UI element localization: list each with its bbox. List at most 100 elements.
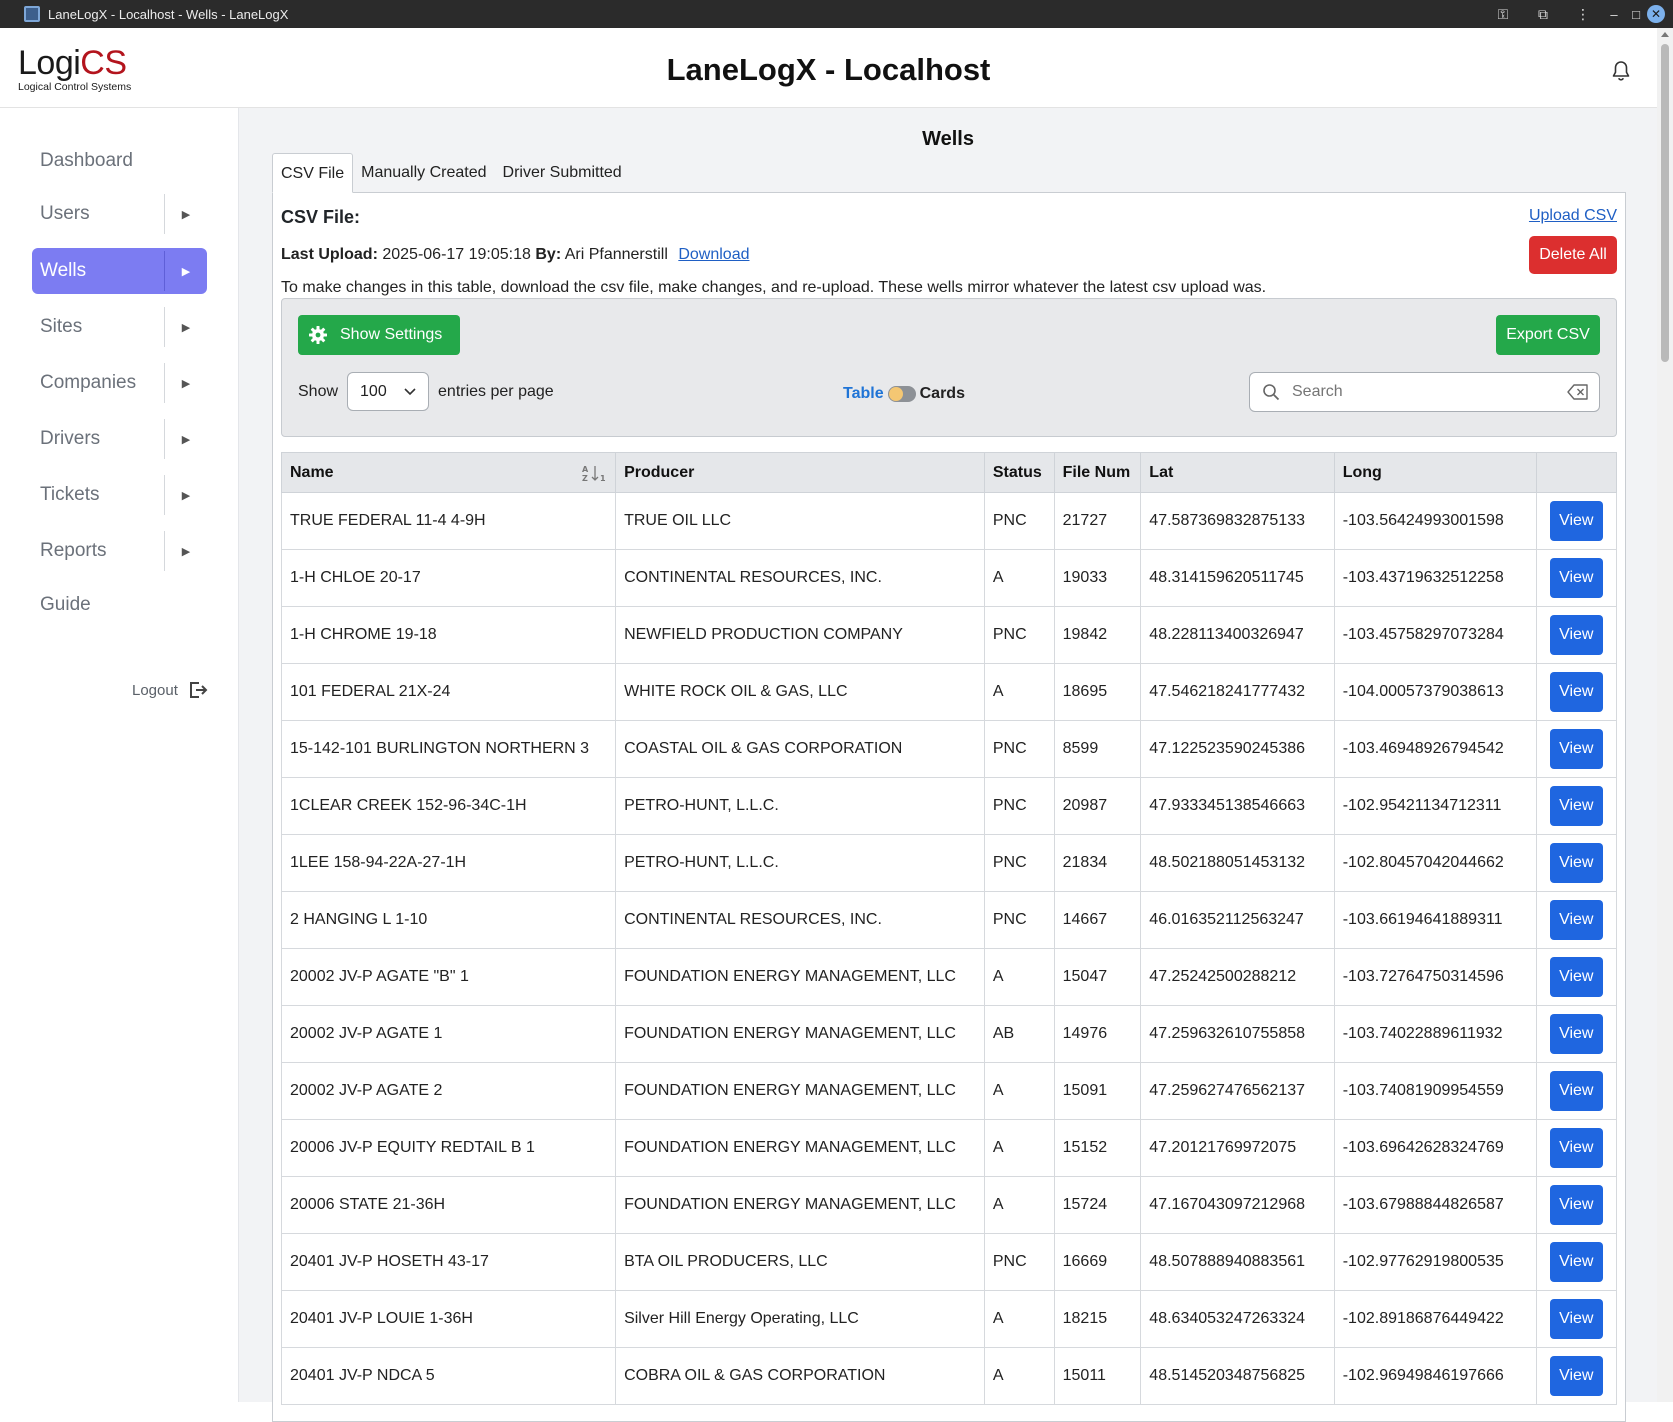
clear-search-icon[interactable] xyxy=(1567,384,1589,400)
view-button[interactable]: View xyxy=(1549,1071,1603,1111)
cell-actions: View xyxy=(1535,891,1618,949)
caret-right-icon[interactable]: ▶ xyxy=(165,265,207,278)
view-button[interactable]: View xyxy=(1549,1299,1603,1339)
column-header-status[interactable]: Status xyxy=(983,452,1055,493)
bell-icon[interactable] xyxy=(1609,59,1633,83)
table-row: TRUE FEDERAL 11-4 4-9H TRUE OIL LLC PNC 217… xyxy=(280,492,1618,550)
show-settings-button[interactable]: Show Settings xyxy=(298,315,460,355)
view-cards-label[interactable]: Cards xyxy=(920,385,965,403)
table-row: 20401 JV-P HOSETH 43-17 BTA OIL PRODUCERS… xyxy=(280,1233,1618,1291)
view-button[interactable]: View xyxy=(1549,900,1603,940)
download-link[interactable]: Download xyxy=(678,246,749,263)
cell-producer: CONTINENTAL RESOURCES, INC. xyxy=(615,549,985,607)
view-button[interactable]: View xyxy=(1549,1242,1603,1282)
cell-producer: WHITE ROCK OIL & GAS, LLC xyxy=(615,663,985,721)
sidebar-item-companies[interactable]: Companies ▶ xyxy=(32,360,207,406)
extension-icon[interactable]: ⧉ xyxy=(1523,0,1563,28)
cell-name: 1-H CHLOE 20-17 xyxy=(280,549,617,607)
tab-manually-created[interactable]: Manually Created xyxy=(353,153,494,193)
svg-text:1: 1 xyxy=(600,474,606,482)
close-icon[interactable]: ✕ xyxy=(1647,5,1665,23)
view-button[interactable]: View xyxy=(1549,501,1603,541)
sidebar-item-guide[interactable]: Guide xyxy=(32,582,207,628)
column-header-name[interactable]: Name A Z 1 xyxy=(280,452,617,493)
column-header-lat[interactable]: Lat xyxy=(1140,452,1335,493)
view-button[interactable]: View xyxy=(1549,843,1603,883)
sort-az-icon[interactable]: A Z 1 xyxy=(581,464,607,482)
upload-csv-link[interactable]: Upload CSV xyxy=(1529,207,1617,225)
cell-actions: View xyxy=(1535,549,1618,607)
page-scrollbar[interactable] xyxy=(1657,28,1673,1402)
cell-lat: 48.634053247263324 xyxy=(1140,1290,1335,1348)
caret-right-icon[interactable]: ▶ xyxy=(165,321,207,334)
cell-status: A xyxy=(983,1062,1055,1120)
view-button[interactable]: View xyxy=(1549,672,1603,712)
view-button[interactable]: View xyxy=(1549,786,1603,826)
cell-name: 20401 JV-P HOSETH 43-17 xyxy=(280,1233,617,1291)
minimize-icon[interactable]: – xyxy=(1603,0,1625,28)
more-menu-icon[interactable]: ⋮ xyxy=(1563,0,1603,28)
export-csv-button[interactable]: Export CSV xyxy=(1496,315,1600,355)
cell-name: 20006 STATE 21-36H xyxy=(280,1176,617,1234)
entries-control: Show 100 entries per page xyxy=(298,372,554,411)
sidebar-item-label: Drivers xyxy=(40,428,101,449)
cell-file-num: 15091 xyxy=(1053,1062,1142,1120)
logout-button[interactable]: Logout xyxy=(132,680,208,700)
cell-file-num: 18695 xyxy=(1053,663,1142,721)
scrollbar-thumb[interactable] xyxy=(1661,44,1669,362)
cell-lat: 47.259632610755858 xyxy=(1140,1005,1335,1063)
svg-text:A: A xyxy=(582,465,589,474)
column-header-producer[interactable]: Producer xyxy=(615,452,985,493)
view-button[interactable]: View xyxy=(1549,1014,1603,1054)
caret-right-icon[interactable]: ▶ xyxy=(165,489,207,502)
view-button[interactable]: View xyxy=(1549,1185,1603,1225)
cell-producer: FOUNDATION ENERGY MANAGEMENT, LLC xyxy=(615,1176,985,1234)
maximize-icon[interactable]: □ xyxy=(1625,0,1647,28)
cell-file-num: 15152 xyxy=(1053,1119,1142,1177)
key-icon[interactable]: ⚿ xyxy=(1483,0,1523,28)
cell-lat: 48.507888940883561 xyxy=(1140,1233,1335,1291)
sidebar-item-reports[interactable]: Reports ▶ xyxy=(32,528,207,574)
view-table-label[interactable]: Table xyxy=(843,385,884,403)
table-row: 2 HANGING L 1-10 CONTINENTAL RESOURCES, I… xyxy=(280,891,1618,949)
view-button[interactable]: View xyxy=(1549,1128,1603,1168)
table-row: 20401 JV-P NDCA 5 COBRA OIL & GAS CORPORA… xyxy=(280,1347,1618,1405)
tab-driver-submitted[interactable]: Driver Submitted xyxy=(495,153,630,193)
show-settings-label: Show Settings xyxy=(340,326,443,343)
view-button[interactable]: View xyxy=(1549,558,1603,598)
scroll-up-icon[interactable] xyxy=(1661,32,1669,37)
sidebar-item-tickets[interactable]: Tickets ▶ xyxy=(32,472,207,518)
tab-csv-file[interactable]: CSV File xyxy=(272,153,354,193)
chevron-down-icon xyxy=(404,387,416,395)
search-input[interactable] xyxy=(1290,382,1567,402)
sidebar-item-users[interactable]: Users ▶ xyxy=(32,191,207,237)
caret-right-icon[interactable]: ▶ xyxy=(165,433,207,446)
column-header-long[interactable]: Long xyxy=(1333,452,1537,493)
column-header-label: Name xyxy=(290,463,334,481)
delete-all-button[interactable]: Delete All xyxy=(1529,236,1617,274)
cell-file-num: 14976 xyxy=(1053,1005,1142,1063)
caret-right-icon[interactable]: ▶ xyxy=(165,208,207,221)
view-button[interactable]: View xyxy=(1549,1356,1603,1396)
column-header-actions xyxy=(1535,452,1618,493)
cell-producer: CONTINENTAL RESOURCES, INC. xyxy=(615,891,985,949)
logout-icon xyxy=(189,682,208,698)
view-button[interactable]: View xyxy=(1549,957,1603,997)
sidebar-item-sites[interactable]: Sites ▶ xyxy=(32,304,207,350)
sidebar: Dashboard Users ▶ Wells ▶ Sites ▶ Compan… xyxy=(0,108,239,1402)
column-header-file-num[interactable]: File Num xyxy=(1053,452,1142,493)
cell-name: 101 FEDERAL 21X-24 xyxy=(280,663,617,721)
cell-actions: View xyxy=(1535,720,1618,778)
view-button[interactable]: View xyxy=(1549,729,1603,769)
sidebar-item-dashboard[interactable]: Dashboard xyxy=(32,138,207,184)
view-button[interactable]: View xyxy=(1549,615,1603,655)
entries-per-page-select[interactable]: 100 xyxy=(347,372,430,411)
sidebar-item-wells[interactable]: Wells ▶ xyxy=(32,248,207,294)
cell-actions: View xyxy=(1535,777,1618,835)
cell-status: PNC xyxy=(983,492,1055,550)
sidebar-item-drivers[interactable]: Drivers ▶ xyxy=(32,416,207,462)
caret-right-icon[interactable]: ▶ xyxy=(165,377,207,390)
cell-lat: 47.933345138546663 xyxy=(1140,777,1335,835)
view-toggle-switch[interactable] xyxy=(887,386,916,402)
caret-right-icon[interactable]: ▶ xyxy=(165,545,207,558)
